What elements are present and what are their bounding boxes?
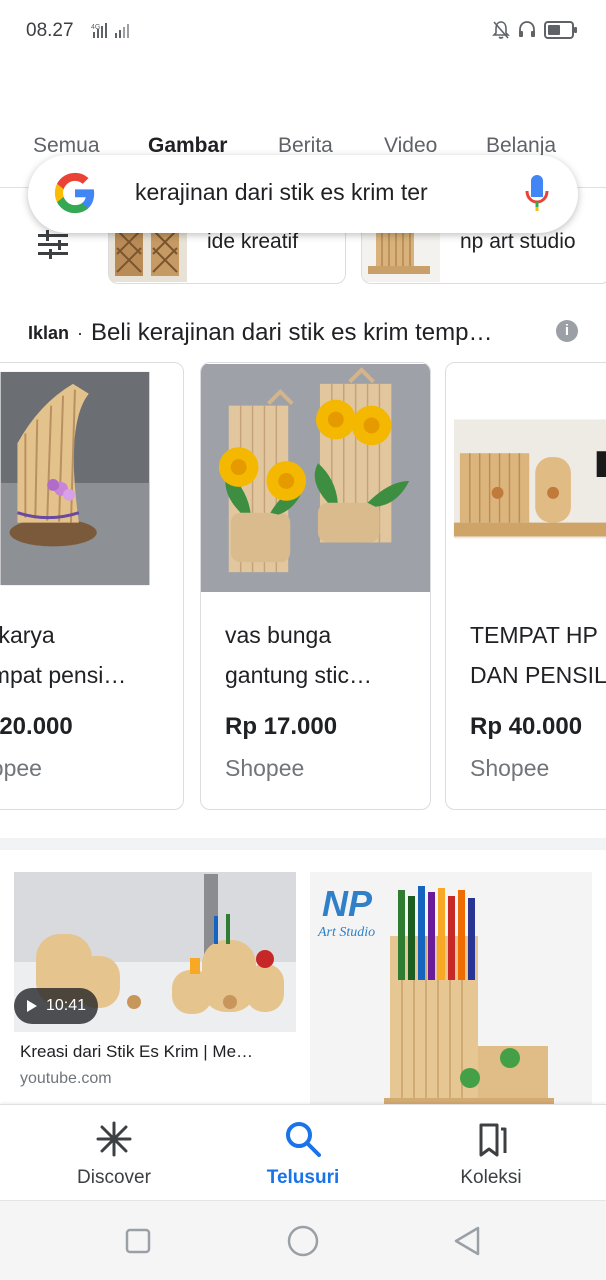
recents-square-icon[interactable]: [120, 1223, 156, 1259]
product-card[interactable]: TEMPAT HP DAN PENSIL Rp 40.000 Shopee: [445, 362, 606, 810]
chip-label: np art studio: [460, 230, 576, 253]
product-title-line: rakarya: [0, 622, 55, 648]
product-image: [0, 363, 183, 593]
product-title-line: vas bunga: [225, 622, 332, 648]
ads-tag: Iklan: [28, 322, 70, 343]
bottom-navigation: Discover Telusuri Koleksi: [0, 1104, 606, 1200]
product-title-line: gantung stic…: [225, 662, 373, 688]
status-time: 08.27: [26, 20, 74, 41]
result-thumbnail: NP Art Studio: [310, 872, 592, 1106]
collections-icon: [479, 1123, 507, 1157]
nav-koleksi[interactable]: Koleksi: [416, 1119, 566, 1189]
image-results: 10:41 Kreasi dari Stik Es Krim | Me… you…: [0, 850, 606, 1106]
result-source: youtube.com: [20, 1070, 112, 1087]
product-price: p 20.000: [0, 713, 73, 740]
search-box[interactable]: kerajinan dari stik es krim ter: [28, 155, 578, 233]
image-result-video[interactable]: 10:41: [14, 872, 296, 1032]
product-merchant: Shopee: [225, 755, 305, 781]
signal-icon: 4G: [91, 23, 129, 38]
product-merchant: Shopee: [470, 755, 550, 781]
nav-label: Telusuri: [266, 1167, 340, 1188]
product-card[interactable]: rakarya empat pensi… p 20.000 hopee: [0, 362, 184, 810]
video-duration: 10:41: [46, 997, 87, 1014]
home-circle-icon[interactable]: [285, 1223, 321, 1259]
status-bar: 08.27 4G: [0, 0, 606, 64]
nav-telusuri[interactable]: Telusuri: [228, 1119, 378, 1189]
filter-icon[interactable]: [36, 228, 70, 262]
asterisk-icon: [96, 1121, 132, 1157]
chip-label: ide kreatif: [207, 230, 299, 253]
product-title: rakarya empat pensi…: [0, 615, 168, 695]
ads-header: Iklan · Beli kerajinan dari stik es krim…: [28, 316, 578, 350]
search-query[interactable]: kerajinan dari stik es krim ter: [135, 179, 505, 206]
product-title: TEMPAT HP DAN PENSIL: [470, 615, 606, 695]
product-title: vas bunga gantung stic…: [225, 615, 415, 695]
back-triangle-icon[interactable]: [450, 1223, 486, 1259]
product-title-line: TEMPAT HP: [470, 622, 598, 648]
nav-label: Koleksi: [460, 1167, 522, 1188]
watermark-logo: NP: [322, 883, 373, 924]
headphones-icon: [519, 21, 535, 37]
info-icon[interactable]: i: [556, 320, 578, 342]
nav-discover[interactable]: Discover: [39, 1119, 189, 1189]
status-icons: [492, 20, 578, 40]
microphone-icon[interactable]: [524, 173, 550, 213]
product-price: Rp 17.000: [225, 713, 338, 740]
ads-separator: ·: [77, 322, 84, 343]
search-icon: [286, 1122, 321, 1157]
product-card[interactable]: vas bunga gantung stic… Rp 17.000 Shopee: [200, 362, 431, 810]
product-title-line: empat pensi…: [0, 662, 127, 688]
nav-label: Discover: [77, 1167, 151, 1188]
product-image: [201, 363, 430, 593]
video-duration-badge: 10:41: [14, 988, 99, 1024]
ads-headline: Beli kerajinan dari stik es krim temp…: [91, 319, 493, 346]
product-carousel: rakarya empat pensi… p 20.000 hopee: [0, 362, 606, 812]
section-separator: [0, 838, 606, 850]
play-icon: [27, 1000, 37, 1012]
product-image: [446, 363, 606, 593]
bell-off-icon: [492, 21, 510, 39]
google-logo-icon: [54, 172, 95, 214]
product-title-line: DAN PENSIL: [470, 662, 606, 688]
watermark-sub: Art Studio: [317, 925, 375, 940]
result-title[interactable]: Kreasi dari Stik Es Krim | Me…: [20, 1042, 290, 1062]
product-price: Rp 40.000: [470, 713, 583, 740]
product-merchant: hopee: [0, 755, 42, 781]
image-result[interactable]: NP Art Studio: [310, 872, 592, 1106]
battery-icon: [544, 21, 577, 39]
system-navigation: [0, 1200, 606, 1280]
